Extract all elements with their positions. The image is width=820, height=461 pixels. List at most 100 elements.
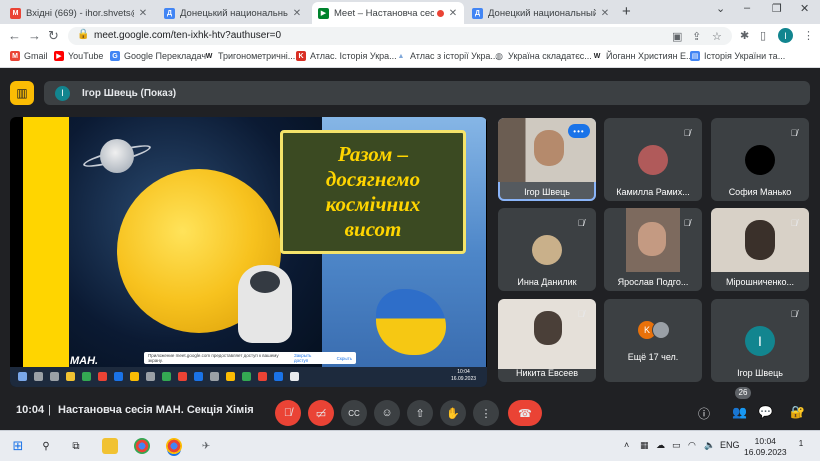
- close-icon[interactable]: ✕: [292, 8, 302, 19]
- participant-tile[interactable]: 🎙̸ Инна Данилик: [498, 208, 596, 291]
- chat-icon[interactable]: 💬: [758, 405, 773, 419]
- chrome-icon[interactable]: [134, 438, 150, 454]
- close-icon[interactable]: ✕: [448, 8, 458, 19]
- app-icon: [290, 372, 299, 381]
- more-options-icon[interactable]: •••: [568, 124, 590, 138]
- participant-tile[interactable]: 🎙̸ Никита Евсеев: [498, 299, 596, 382]
- people-icon[interactable]: 👥: [732, 405, 747, 419]
- reactions-button[interactable]: ☺: [374, 400, 400, 426]
- bookmark-history[interactable]: ▤ Історія України та...: [690, 51, 785, 61]
- participant-tile[interactable]: ••• Ігор Швець: [498, 118, 596, 201]
- hide-notice-button[interactable]: Скрыть: [337, 356, 352, 361]
- bookmark-atlas-1[interactable]: K Атлас. Історія Укра...: [296, 51, 397, 61]
- forward-icon[interactable]: →: [28, 28, 41, 43]
- bookmark-youtube[interactable]: ▶ YouTube: [54, 51, 103, 61]
- minimize-button[interactable]: –: [744, 2, 750, 14]
- bookmark-translate[interactable]: G Google Перекладач: [110, 51, 206, 61]
- menu-icon[interactable]: ⋮: [803, 29, 814, 42]
- more-options-button[interactable]: ⋮: [473, 400, 499, 426]
- app-icon: [226, 372, 235, 381]
- bookmark-label: Україна складатєс...: [508, 51, 592, 61]
- tab-gmail[interactable]: M Вхідні (669) - ihor.shvets@donr ✕: [4, 2, 154, 24]
- face-illustration: [638, 222, 666, 256]
- windows-start-icon[interactable]: ⊞: [10, 438, 26, 454]
- task-view-icon: [50, 372, 59, 381]
- tab-donetsk-2[interactable]: Д Донецкий национальный техн ✕: [466, 2, 616, 24]
- info-icon[interactable]: ⓘ: [698, 405, 710, 422]
- tab-search-icon[interactable]: ⌄: [716, 2, 725, 15]
- more-participants-tile[interactable]: K Ещё 17 чел.: [604, 299, 702, 382]
- task-view-icon[interactable]: ⧉: [68, 438, 84, 454]
- leave-call-button[interactable]: ☎: [508, 400, 542, 426]
- language-indicator[interactable]: ENG: [720, 440, 740, 450]
- tab-title: Meet – Настановча сесія М: [334, 7, 434, 19]
- extensions-icon[interactable]: ✱: [740, 29, 749, 42]
- meet-control-bar: 10:04 | Настановча сесія МАН. Секція Хім…: [0, 387, 820, 430]
- bookmark-trig[interactable]: W Тригонометричні...: [204, 51, 296, 61]
- participant-tile[interactable]: 🎙̸ Камилла Рамих...: [604, 118, 702, 201]
- chevron-up-icon[interactable]: ˄: [624, 440, 629, 450]
- bookmark-label: YouTube: [68, 51, 104, 61]
- camera-off-icon: ▭̸: [315, 407, 327, 420]
- new-tab-button[interactable]: +: [622, 3, 631, 20]
- host-controls-icon[interactable]: 🔐: [790, 405, 805, 419]
- wifi-icon[interactable]: ◠: [688, 440, 696, 451]
- shared-screen[interactable]: Разом – досягнемо космічних висот МАН. П…: [10, 117, 487, 387]
- bookmark-gmail[interactable]: M Gmail: [10, 51, 48, 61]
- volume-icon[interactable]: 🔈: [704, 440, 715, 451]
- tab-donetsk-1[interactable]: Д Донецький национальный техн ✕: [158, 2, 308, 24]
- onedrive-icon[interactable]: ☁: [656, 440, 665, 451]
- mic-off-icon: 🎙̸: [790, 128, 798, 138]
- mic-off-icon: 🎙̸: [283, 407, 293, 419]
- file-explorer-icon[interactable]: [102, 438, 118, 454]
- stop-presenting-button[interactable]: ▥: [10, 81, 34, 105]
- raise-hand-button[interactable]: ✋: [440, 400, 466, 426]
- close-window-button[interactable]: ✕: [800, 2, 809, 15]
- browser-tab-bar: M Вхідні (669) - ihor.shvets@donr ✕ Д До…: [0, 0, 820, 24]
- bookmark-johann[interactable]: W Йоганн Християн Е...: [592, 51, 694, 61]
- profile-avatar[interactable]: І: [778, 28, 793, 43]
- system-clock[interactable]: 10:04 16.09.2023: [744, 436, 787, 458]
- participant-tile[interactable]: 🎙̸ София Манько: [711, 118, 809, 201]
- omnibox[interactable]: 🔒 meet.google.com/ten-ixhk-htv?authuser=…: [68, 27, 732, 45]
- chrome-active-icon[interactable]: [166, 438, 182, 454]
- bookmark-atlas-2[interactable]: ▲ Атлас з історії Укра...: [396, 51, 498, 61]
- app-icon[interactable]: ✈: [198, 438, 214, 454]
- saturn-icon: [100, 139, 134, 173]
- network-icon[interactable]: ▦: [640, 440, 649, 451]
- side-panel-icon[interactable]: ▯: [760, 29, 766, 42]
- gmail-icon: M: [10, 7, 21, 19]
- battery-icon[interactable]: ▭: [672, 440, 681, 451]
- app-icon: [178, 372, 187, 381]
- bookmarks-bar: M Gmail ▶ YouTube G Google Перекладач W …: [0, 48, 820, 68]
- bookmark-ukraine[interactable]: ◍ Україна складатєс...: [494, 51, 592, 62]
- tab-meet[interactable]: ▶ Meet – Настановча сесія М ✕: [312, 2, 464, 24]
- url-text[interactable]: meet.google.com/ten-ixhk-htv?authuser=0: [94, 30, 281, 41]
- captions-button[interactable]: CC: [341, 400, 367, 426]
- back-icon[interactable]: ←: [8, 28, 21, 43]
- camera-toggle-button[interactable]: ▭̸: [308, 400, 334, 426]
- notifications-icon[interactable]: 1: [794, 439, 808, 453]
- app-icon: [194, 372, 203, 381]
- camera-icon[interactable]: ▣: [672, 30, 682, 43]
- participant-tile[interactable]: І 🎙̸ Ігор Швець: [711, 299, 809, 382]
- participant-tile[interactable]: 🎙̸ Мірошниченко...: [711, 208, 809, 291]
- search-icon[interactable]: ⚲: [38, 438, 54, 454]
- maximize-button[interactable]: ❐: [772, 2, 782, 15]
- present-button[interactable]: ⇧: [407, 400, 433, 426]
- reload-icon[interactable]: ↻: [48, 28, 59, 44]
- participant-tile[interactable]: 🎙̸ Ярослав Подго...: [604, 208, 702, 291]
- bookmark-label: Тригонометричні...: [218, 51, 296, 61]
- captions-icon: CC: [348, 408, 360, 418]
- mic-toggle-button[interactable]: 🎙̸: [275, 400, 301, 426]
- stop-sharing-button[interactable]: Закрыть доступ: [294, 353, 327, 363]
- bookmark-star-icon[interactable]: ☆: [712, 30, 722, 43]
- mic-off-icon: 🎙̸: [683, 128, 691, 138]
- close-icon[interactable]: ✕: [600, 8, 610, 19]
- share-icon[interactable]: ⇪: [692, 30, 701, 43]
- participant-name: Ещё 17 чел.: [627, 352, 679, 362]
- lock-icon[interactable]: 🔒: [77, 29, 89, 40]
- windows-taskbar: ⊞ ⚲ ⧉ ✈ ˄ ▦ ☁ ▭ ◠ 🔈 ENG 10:04 16.09.2023…: [0, 430, 820, 461]
- bookmark-label: Атлас. Історія Укра...: [310, 51, 397, 61]
- close-icon[interactable]: ✕: [138, 8, 148, 19]
